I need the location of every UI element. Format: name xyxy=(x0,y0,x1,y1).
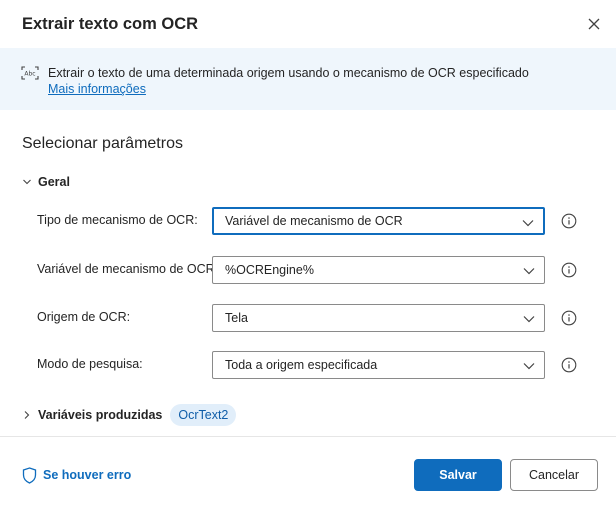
select-value: %OCREngine% xyxy=(225,263,314,277)
dialog-header: Extrair texto com OCR xyxy=(0,0,616,48)
info-description: Extrair o texto de uma determinada orige… xyxy=(48,66,529,80)
info-circle-icon[interactable] xyxy=(561,310,577,326)
ocr-engine-variable-select[interactable]: %OCREngine% xyxy=(212,256,545,284)
search-mode-select[interactable]: Toda a origem especificada xyxy=(212,351,545,379)
variable-chip-ocrtext2[interactable]: OcrText2 xyxy=(170,404,237,426)
general-group-label: Geral xyxy=(38,175,70,189)
field-row-ocr-engine-type: Tipo de mecanismo de OCR: Variável de me… xyxy=(0,207,616,235)
shield-icon xyxy=(22,466,37,484)
field-row-ocr-engine-variable: Variável de mecanismo de OCR: %OCREngine… xyxy=(0,256,616,284)
general-group-toggle[interactable]: Geral xyxy=(20,172,70,192)
on-error-label: Se houver erro xyxy=(43,468,132,482)
section-title: Selecionar parâmetros xyxy=(22,135,183,152)
extract-text-ocr-dialog: Extrair texto com OCR Abc Extrair o text… xyxy=(0,0,616,511)
chevron-down-icon xyxy=(523,268,535,275)
ocr-source-select[interactable]: Tela xyxy=(212,304,545,332)
on-error-link[interactable]: Se houver erro xyxy=(22,466,131,484)
chevron-right-icon[interactable] xyxy=(20,408,34,422)
field-label: Variável de mecanismo de OCR: xyxy=(37,262,219,276)
produced-variables-label: Variáveis produzidas xyxy=(38,408,163,422)
select-value: Tela xyxy=(225,311,248,325)
field-label: Modo de pesquisa: xyxy=(37,357,143,371)
info-bar: Abc Extrair o texto de uma determinada o… xyxy=(0,48,616,110)
info-circle-icon[interactable] xyxy=(561,357,577,373)
more-info-link[interactable]: Mais informações xyxy=(48,82,146,96)
field-label: Tipo de mecanismo de OCR: xyxy=(37,213,198,227)
field-label: Origem de OCR: xyxy=(37,310,131,324)
produced-variables-group: Variáveis produzidas OcrText2 xyxy=(20,404,237,426)
chevron-down-icon xyxy=(523,316,535,323)
field-row-ocr-source: Origem de OCR: Tela xyxy=(0,304,616,332)
footer-divider xyxy=(0,436,616,437)
chevron-down-icon xyxy=(23,179,31,185)
dialog-title: Extrair texto com OCR xyxy=(22,15,199,33)
chevron-down-icon xyxy=(523,363,535,370)
field-row-search-mode: Modo de pesquisa: Toda a origem especifi… xyxy=(0,351,616,379)
info-circle-icon[interactable] xyxy=(561,262,577,278)
text-recognition-icon: Abc xyxy=(21,66,39,80)
cancel-button[interactable]: Cancelar xyxy=(510,459,598,491)
ocr-engine-type-select[interactable]: Variável de mecanismo de OCR xyxy=(212,207,545,235)
select-value: Variável de mecanismo de OCR xyxy=(225,214,403,228)
select-value: Toda a origem especificada xyxy=(225,358,378,372)
info-circle-icon[interactable] xyxy=(561,213,577,229)
close-icon xyxy=(588,18,600,30)
close-button[interactable] xyxy=(582,12,606,36)
svg-text:Abc: Abc xyxy=(24,71,35,78)
chevron-down-icon xyxy=(522,220,534,227)
save-button[interactable]: Salvar xyxy=(414,459,502,491)
